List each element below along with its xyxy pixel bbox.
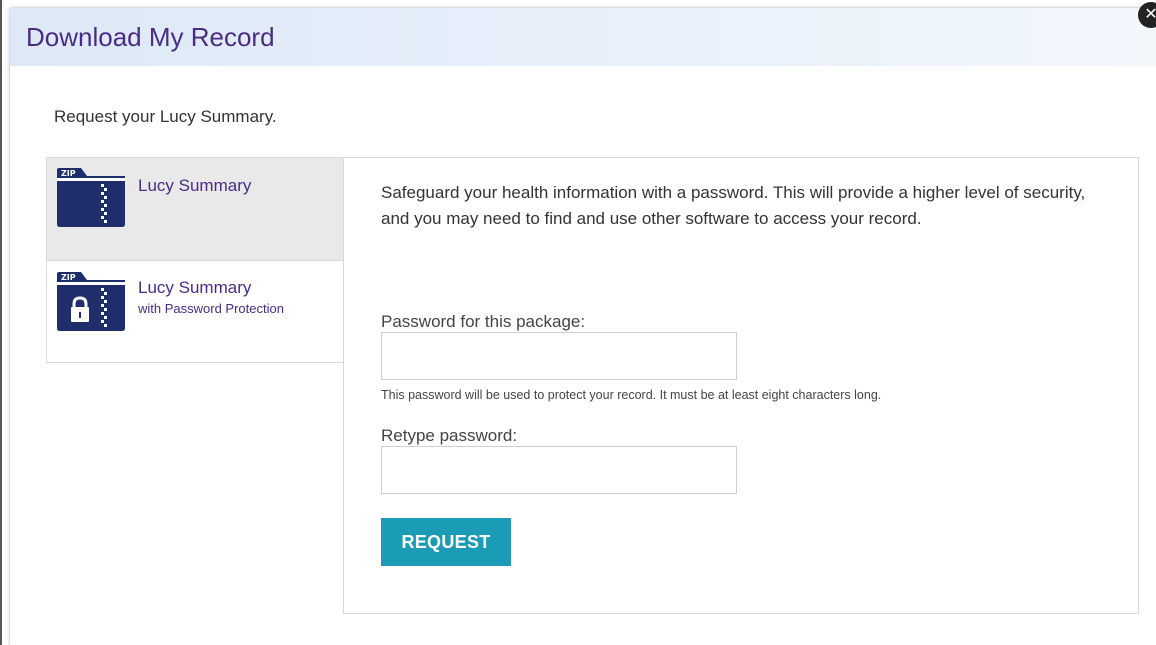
window-edge (0, 0, 2, 645)
tab-lucy-summary-password[interactable]: ZIP Lucy Summary with Password Protectio… (47, 261, 345, 362)
retype-password-input[interactable] (381, 446, 737, 494)
zip-label: ZIP (61, 169, 76, 178)
download-record-dialog: Download My Record ✕ Request your Lucy S… (10, 2, 1156, 645)
zip-folder-lock-icon: ZIP (57, 272, 125, 331)
tab-sublabel: with Password Protection (138, 301, 284, 316)
password-input[interactable] (381, 332, 737, 380)
format-tab-list: ZIP Lucy Summary ZIP Lucy Summary with P… (46, 157, 345, 363)
dialog-title: Download My Record (26, 22, 275, 52)
tab-lucy-summary[interactable]: ZIP Lucy Summary (47, 158, 345, 261)
zip-label: ZIP (61, 273, 76, 282)
zip-folder-icon: ZIP (57, 168, 125, 227)
tab-label: Lucy Summary (138, 278, 252, 297)
dialog-title-bar: Download My Record (10, 8, 1156, 66)
retype-password-label: Retype password: (381, 426, 518, 445)
intro-text: Request your Lucy Summary. (54, 107, 277, 126)
request-button[interactable]: REQUEST (381, 518, 511, 566)
password-hint: This password will be used to protect yo… (381, 388, 882, 402)
panel-description: Safeguard your health information with a… (381, 183, 1086, 228)
password-protection-panel: Safeguard your health information with a… (343, 157, 1139, 614)
password-label: Password for this package: (381, 312, 586, 331)
tab-label: Lucy Summary (138, 176, 252, 195)
